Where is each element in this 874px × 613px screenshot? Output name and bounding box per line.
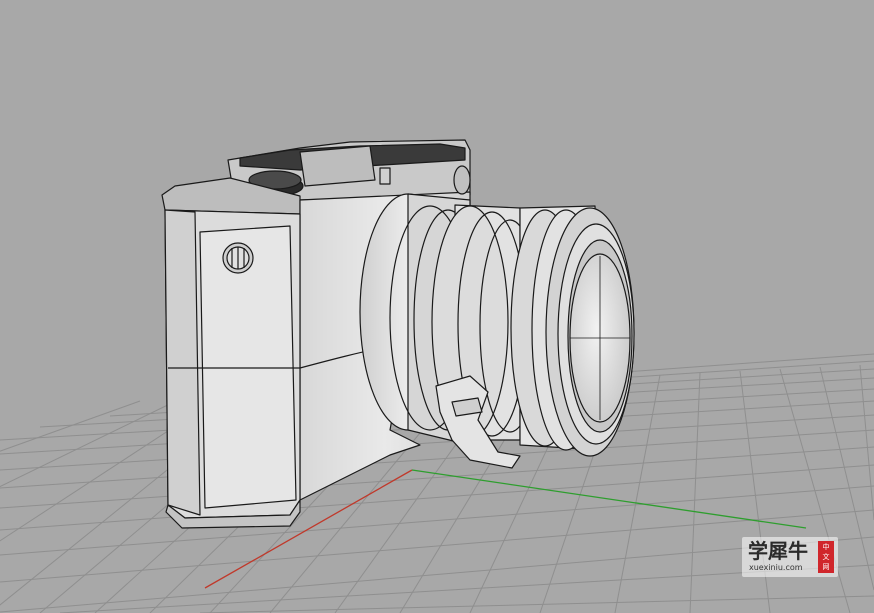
- site-watermark: 学犀牛 xuexiniu.com 中 文 网: [742, 537, 838, 577]
- camera-model: [161, 139, 635, 529]
- seal-char-2: 文: [822, 553, 830, 561]
- seal-char-1: 中: [822, 543, 830, 551]
- seal-char-3: 网: [822, 563, 830, 571]
- perspective-viewport[interactable]: 学犀牛 xuexiniu.com 中 文 网: [0, 0, 874, 613]
- watermark-title: 学犀牛: [748, 539, 808, 563]
- watermark-seal: 中 文 网: [818, 541, 834, 573]
- y-axis-line: [411, 469, 807, 529]
- viewport-scene: [0, 139, 874, 613]
- watermark-subtitle: xuexiniu.com: [749, 563, 803, 572]
